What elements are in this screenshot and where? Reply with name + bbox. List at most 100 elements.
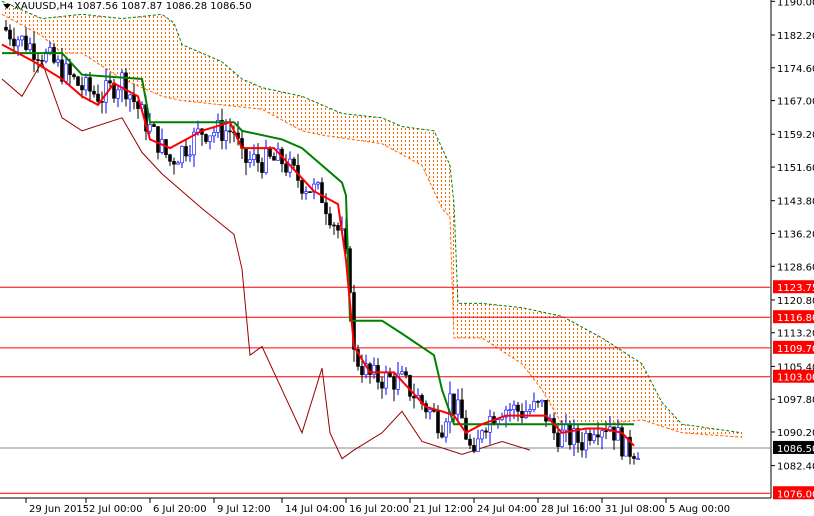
candle-body bbox=[84, 77, 88, 91]
candle-body bbox=[168, 154, 172, 162]
candle-body bbox=[248, 159, 252, 163]
candle-body bbox=[268, 147, 272, 157]
x-tick-label: 9 Jul 12:00 bbox=[217, 504, 271, 515]
candle-body bbox=[228, 130, 232, 133]
candle-body bbox=[252, 154, 256, 160]
candle-body bbox=[184, 146, 188, 157]
price-level-label: 1086.50 bbox=[777, 444, 814, 455]
candle-body bbox=[128, 94, 132, 100]
candle-body bbox=[68, 63, 72, 75]
candle-body bbox=[524, 411, 528, 418]
price-chart[interactable]: 1190.00 1182.20 1174.60 1167.00 1159.20 1151.… bbox=[0, 0, 814, 516]
candle-body bbox=[436, 411, 440, 434]
candle-body bbox=[464, 417, 468, 440]
candle-body bbox=[244, 148, 248, 163]
candle-body bbox=[96, 93, 100, 102]
candle-body bbox=[480, 430, 484, 440]
candle-body bbox=[308, 191, 312, 193]
x-tick-label: 14 Jul 04:00 bbox=[285, 504, 345, 515]
candle-body bbox=[556, 432, 560, 447]
candle-body bbox=[376, 365, 380, 383]
candle-body bbox=[400, 371, 404, 375]
y-tick-label: 1082.40 bbox=[777, 462, 814, 473]
candle-body bbox=[360, 366, 364, 376]
candle-body bbox=[528, 409, 532, 412]
candle-body bbox=[272, 156, 276, 161]
candle-body bbox=[176, 162, 180, 165]
candle-body bbox=[116, 89, 120, 99]
candle-body bbox=[564, 424, 568, 431]
candle-body bbox=[36, 59, 40, 61]
x-tick-label: 2 Jul 00:00 bbox=[89, 504, 143, 515]
candle-body bbox=[28, 43, 32, 50]
candle-body bbox=[88, 77, 92, 92]
candle-body bbox=[108, 80, 112, 84]
candle-body bbox=[584, 433, 588, 451]
candle-body bbox=[56, 59, 60, 63]
candle-body bbox=[616, 427, 620, 441]
x-tick-label: 28 Jul 16:00 bbox=[541, 504, 601, 515]
candle-body bbox=[624, 436, 628, 457]
x-tick-label: 5 Aug 00:00 bbox=[669, 504, 730, 515]
candle-body bbox=[224, 130, 228, 141]
candle-body bbox=[512, 404, 516, 411]
y-tick-label: 1090.20 bbox=[777, 428, 814, 439]
candle-body bbox=[180, 146, 184, 164]
x-tick-label: 21 Jul 12:00 bbox=[413, 504, 473, 515]
y-tick-label: 1190.00 bbox=[777, 0, 814, 8]
candle-body bbox=[212, 132, 216, 137]
candle-body bbox=[72, 74, 76, 78]
y-tick-label: 1151.60 bbox=[777, 163, 814, 174]
price-level-label: 1123.75 bbox=[777, 283, 814, 294]
candle-body bbox=[404, 371, 408, 376]
candle-body bbox=[332, 224, 336, 227]
candle-body bbox=[532, 401, 536, 410]
y-tick-label: 1174.60 bbox=[777, 64, 814, 75]
candle-body bbox=[24, 35, 28, 50]
price-level-label: 1076.00 bbox=[777, 489, 814, 500]
candle-body bbox=[320, 182, 324, 203]
candle-body bbox=[40, 60, 44, 62]
candle-body bbox=[8, 29, 12, 40]
candle-body bbox=[456, 399, 460, 415]
candle-body bbox=[12, 38, 16, 47]
candle-body bbox=[316, 182, 320, 185]
price-level-label: 1109.70 bbox=[777, 344, 814, 355]
x-tick-label: 29 Jun 2015 bbox=[29, 504, 89, 515]
candle-body bbox=[384, 372, 388, 389]
candle-body bbox=[392, 376, 396, 390]
candle-body bbox=[588, 433, 592, 441]
candle-body bbox=[408, 375, 412, 397]
candle-body bbox=[32, 43, 36, 60]
candle-body bbox=[20, 35, 24, 41]
candle-body bbox=[188, 154, 192, 157]
y-tick-label: 1143.80 bbox=[777, 197, 814, 208]
candle-body bbox=[468, 438, 472, 446]
candle-body bbox=[284, 163, 288, 173]
candle-body bbox=[568, 424, 572, 446]
candle-body bbox=[156, 126, 160, 153]
candle-body bbox=[600, 430, 604, 438]
candle-body bbox=[428, 409, 432, 413]
candle-body bbox=[300, 180, 304, 194]
candle-body bbox=[148, 124, 152, 132]
candle-body bbox=[152, 124, 156, 127]
candle-body bbox=[208, 135, 212, 142]
candle-body bbox=[292, 158, 296, 166]
candle-body bbox=[612, 426, 616, 441]
candle-body bbox=[520, 411, 524, 418]
candle-body bbox=[52, 47, 56, 63]
x-tick-label: 16 Jul 20:00 bbox=[349, 504, 409, 515]
candle-body bbox=[580, 442, 584, 451]
candle-body bbox=[536, 401, 540, 403]
candle-body bbox=[444, 421, 448, 438]
candle-body bbox=[592, 434, 596, 441]
candle-body bbox=[476, 438, 480, 452]
chart-window[interactable]: 1190.00 1182.20 1174.60 1167.00 1159.20 1151.… bbox=[0, 0, 814, 516]
candle-body bbox=[132, 94, 136, 103]
candle-body bbox=[324, 202, 328, 215]
candle-body bbox=[304, 191, 308, 194]
symbol-label: XAUUSD,H4 bbox=[14, 1, 74, 12]
candle-body bbox=[440, 432, 444, 438]
x-tick-label: 31 Jul 08:00 bbox=[605, 504, 665, 515]
